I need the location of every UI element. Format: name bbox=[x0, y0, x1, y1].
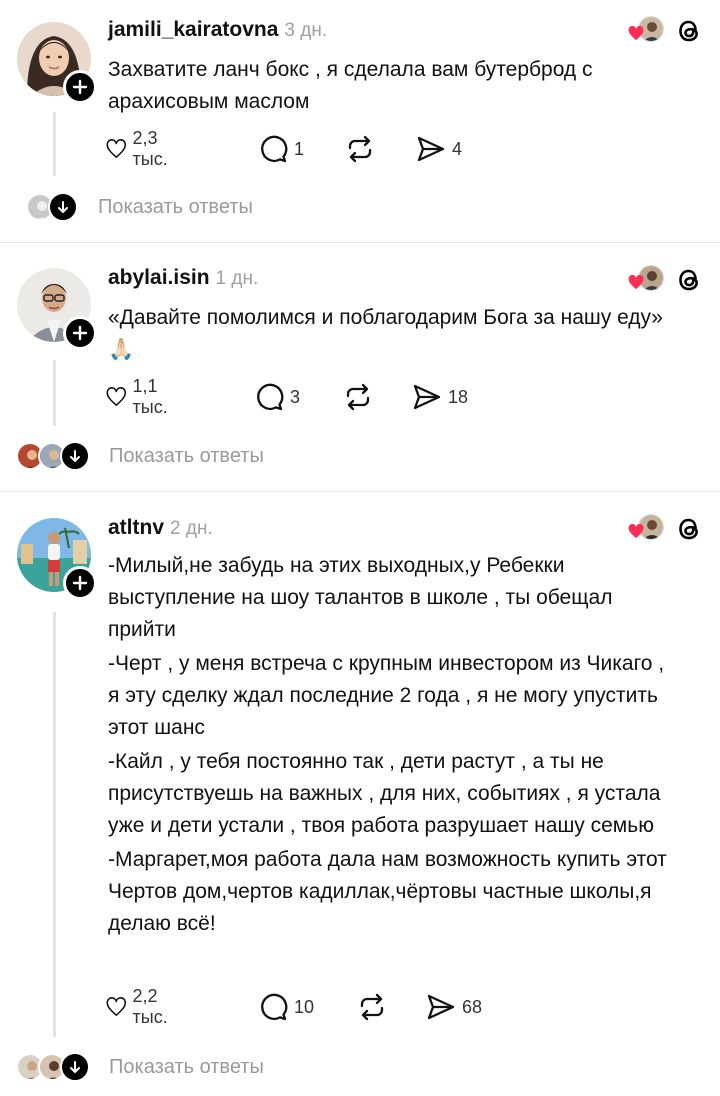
comment-count: 3 bbox=[290, 386, 301, 407]
share-button[interactable]: 68 bbox=[426, 990, 482, 1024]
reply-avatars bbox=[26, 192, 86, 223]
avatar[interactable] bbox=[17, 518, 97, 600]
reaction-avatars[interactable] bbox=[628, 265, 664, 295]
thread-line bbox=[53, 612, 56, 1037]
comment-button[interactable]: 10 bbox=[258, 990, 314, 1024]
threads-logo-icon[interactable] bbox=[676, 515, 702, 543]
repost-arrows-icon bbox=[348, 135, 372, 163]
post-2: abylai.isin 1 дн. «Давайте помолимся и п… bbox=[0, 243, 720, 490]
post-time: 3 дн. bbox=[284, 20, 328, 41]
repost-button[interactable] bbox=[356, 990, 388, 1024]
post-text: Захватите ланч бокс , я сделала вам буте… bbox=[108, 54, 668, 118]
comment-count: 10 bbox=[294, 996, 315, 1017]
like-button[interactable]: 2,3 тыс. bbox=[106, 128, 177, 169]
like-count: 2,3 тыс. bbox=[132, 128, 168, 169]
send-plane-icon bbox=[413, 384, 441, 410]
thread-line bbox=[53, 112, 56, 176]
follow-plus-icon[interactable] bbox=[63, 316, 97, 350]
repost-arrows-icon bbox=[346, 383, 370, 411]
post-paragraph: Захватите ланч бокс , я сделала вам буте… bbox=[108, 58, 593, 113]
post-paragraph: -Маргарет,моя работа дала нам возможност… bbox=[108, 848, 667, 935]
threads-logo-icon[interactable] bbox=[676, 266, 702, 294]
comment-button[interactable]: 1 bbox=[258, 132, 304, 166]
post-corner bbox=[628, 514, 702, 544]
post-paragraph: «Давайте помолимся и поблагодарим Бога з… bbox=[108, 306, 663, 361]
share-button[interactable]: 4 bbox=[416, 132, 462, 166]
username[interactable]: abylai.isin bbox=[108, 266, 210, 290]
username[interactable]: atltnv bbox=[108, 516, 164, 540]
heart-outline-icon bbox=[106, 997, 126, 1016]
like-button[interactable]: 2,2 тыс. bbox=[106, 986, 177, 1027]
red-heart-icon bbox=[628, 524, 644, 539]
show-replies-label[interactable]: Показать ответы bbox=[98, 196, 253, 219]
threads-logo-icon[interactable] bbox=[676, 17, 702, 45]
post-1: jamili_kairatovna 3 дн. Захватите ланч б… bbox=[0, 0, 720, 242]
repost-button[interactable] bbox=[342, 380, 374, 414]
like-button[interactable]: 1,1 тыс. bbox=[106, 376, 177, 417]
show-replies-row[interactable]: Показать ответы bbox=[0, 1051, 720, 1085]
send-plane-icon bbox=[427, 994, 455, 1020]
reply-avatars bbox=[16, 1052, 96, 1083]
post-paragraph: -Кайл , у тебя постоянно так , дети раст… bbox=[108, 750, 661, 837]
like-count: 1,1 тыс. bbox=[132, 376, 168, 417]
share-count: 4 bbox=[452, 138, 463, 159]
post-time: 1 дн. bbox=[215, 268, 259, 289]
like-count: 2,2 тыс. bbox=[132, 986, 168, 1027]
comment-bubble-icon bbox=[261, 135, 288, 163]
show-replies-label[interactable]: Показать ответы bbox=[109, 445, 264, 468]
username[interactable]: jamili_kairatovna bbox=[108, 18, 278, 42]
comment-button[interactable]: 3 bbox=[254, 380, 300, 414]
avatar[interactable] bbox=[17, 268, 97, 350]
share-count: 18 bbox=[448, 386, 469, 407]
comment-bubble-icon bbox=[257, 383, 284, 411]
arrow-down-icon bbox=[60, 441, 90, 471]
post-text: «Давайте помолимся и поблагодарим Бога з… bbox=[108, 302, 678, 366]
show-replies-row[interactable]: Показать ответы bbox=[0, 191, 720, 225]
arrow-down-icon bbox=[60, 1052, 90, 1082]
reply-avatars bbox=[16, 441, 96, 472]
comment-bubble-icon bbox=[261, 993, 288, 1021]
post-text: -Милый,не забудь на этих выходных,у Ребе… bbox=[108, 550, 674, 940]
arrow-down-icon bbox=[48, 192, 78, 222]
show-replies-row[interactable]: Показать ответы bbox=[0, 440, 720, 474]
post-header: atltnv 2 дн. bbox=[108, 516, 213, 546]
red-heart-icon bbox=[628, 26, 644, 41]
post-corner bbox=[628, 265, 702, 295]
heart-outline-icon bbox=[106, 139, 126, 158]
follow-plus-icon[interactable] bbox=[63, 70, 97, 104]
avatar[interactable] bbox=[17, 22, 97, 104]
reaction-avatars[interactable] bbox=[628, 16, 664, 46]
repost-button[interactable] bbox=[344, 132, 376, 166]
comment-count: 1 bbox=[294, 138, 305, 159]
follow-plus-icon[interactable] bbox=[63, 566, 97, 600]
share-count: 68 bbox=[462, 996, 483, 1017]
post-paragraph: -Черт , у меня встреча с крупным инвесто… bbox=[108, 652, 665, 739]
send-plane-icon bbox=[417, 136, 445, 162]
post-header: abylai.isin 1 дн. bbox=[108, 266, 258, 296]
heart-outline-icon bbox=[106, 387, 126, 406]
post-corner bbox=[628, 16, 702, 46]
show-replies-label[interactable]: Показать ответы bbox=[109, 1056, 264, 1079]
reaction-avatars[interactable] bbox=[628, 514, 664, 544]
thread-line bbox=[53, 360, 56, 426]
post-3: atltnv 2 дн. -Милый,не забудь на этих вы… bbox=[0, 492, 720, 1096]
post-header: jamili_kairatovna 3 дн. bbox=[108, 18, 327, 48]
post-paragraph: -Милый,не забудь на этих выходных,у Ребе… bbox=[108, 554, 613, 641]
red-heart-icon bbox=[628, 275, 644, 290]
repost-arrows-icon bbox=[360, 993, 384, 1021]
share-button[interactable]: 18 bbox=[412, 380, 468, 414]
post-time: 2 дн. bbox=[170, 518, 213, 539]
